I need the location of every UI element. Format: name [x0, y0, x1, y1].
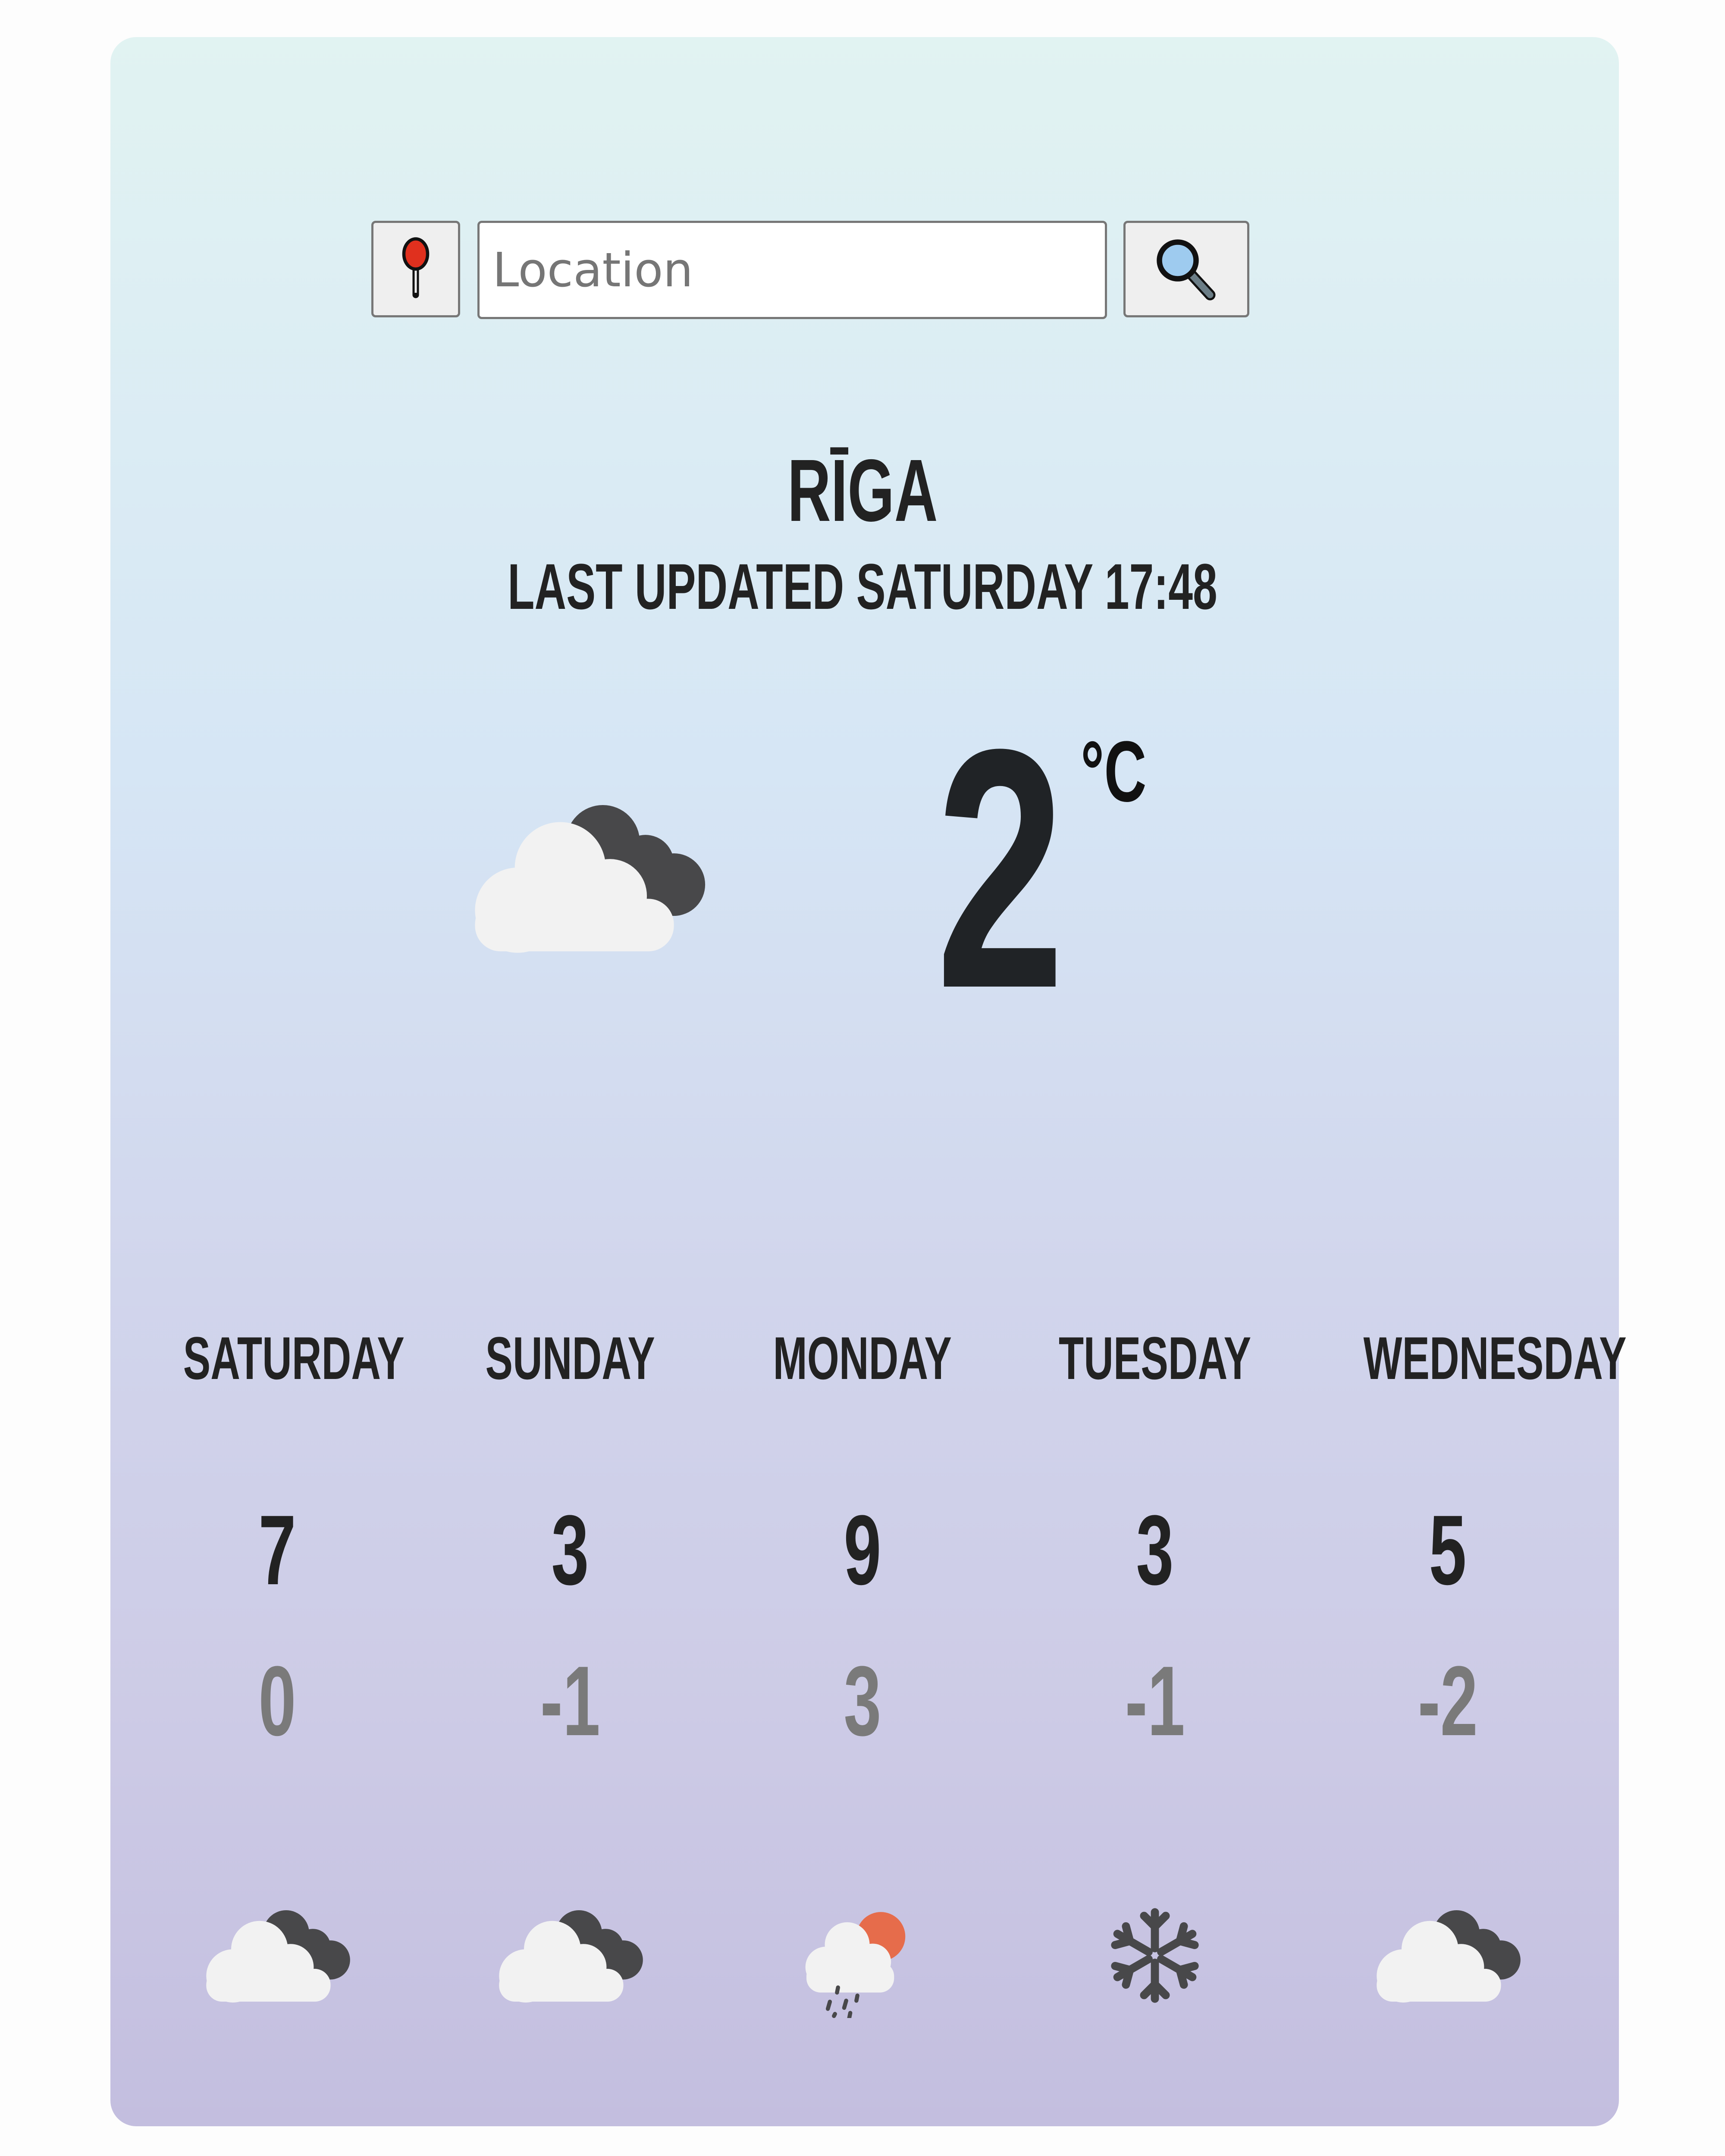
forecast-low: -2 — [1418, 1645, 1478, 1756]
search-button[interactable] — [1123, 221, 1249, 317]
forecast-icon-slot — [424, 1906, 716, 2035]
forecast-day: MONDAY — [773, 1324, 952, 1392]
temperature-unit: °C — [1080, 724, 1147, 820]
forecast-day: SATURDAY — [183, 1324, 405, 1392]
forecast-low: 3 — [844, 1645, 881, 1756]
forecast-high: 7 — [258, 1495, 296, 1605]
city-name: RĪGA — [787, 441, 938, 540]
location-input[interactable] — [477, 221, 1107, 319]
forecast-icon-slot — [1009, 1906, 1301, 2035]
forecast-day: SUNDAY — [485, 1324, 655, 1392]
magnifier-icon — [1157, 239, 1216, 301]
forecast-high: 9 — [844, 1495, 881, 1605]
forecast-low: -1 — [1125, 1645, 1185, 1756]
forecast-icon-slot — [716, 1906, 1009, 2035]
cloudy-icon — [1377, 1910, 1521, 2003]
forecast-day: WEDNESDAY — [1363, 1324, 1627, 1392]
forecast-high: 3 — [1136, 1495, 1174, 1605]
last-updated: LAST UPDATED SATURDAY 17:48 — [508, 550, 1217, 623]
sun-cloud-rain-icon — [805, 1912, 906, 2018]
locate-button[interactable] — [371, 221, 460, 317]
cloudy-icon — [206, 1910, 350, 2003]
weather-card — [110, 37, 1619, 2126]
forecast-low: -1 — [540, 1645, 600, 1756]
snowflake-icon — [1110, 1908, 1200, 2005]
forecast-high: 5 — [1429, 1495, 1467, 1605]
forecast-high: 3 — [551, 1495, 589, 1605]
forecast-day: TUESDAY — [1058, 1324, 1251, 1392]
cloudy-icon — [475, 805, 706, 953]
forecast-icon-slot — [131, 1906, 423, 2035]
forecast-low: 0 — [258, 1645, 296, 1756]
map-pin-icon — [402, 237, 430, 298]
cloudy-icon — [499, 1910, 643, 2003]
forecast-icon-slot — [1302, 1906, 1594, 2035]
